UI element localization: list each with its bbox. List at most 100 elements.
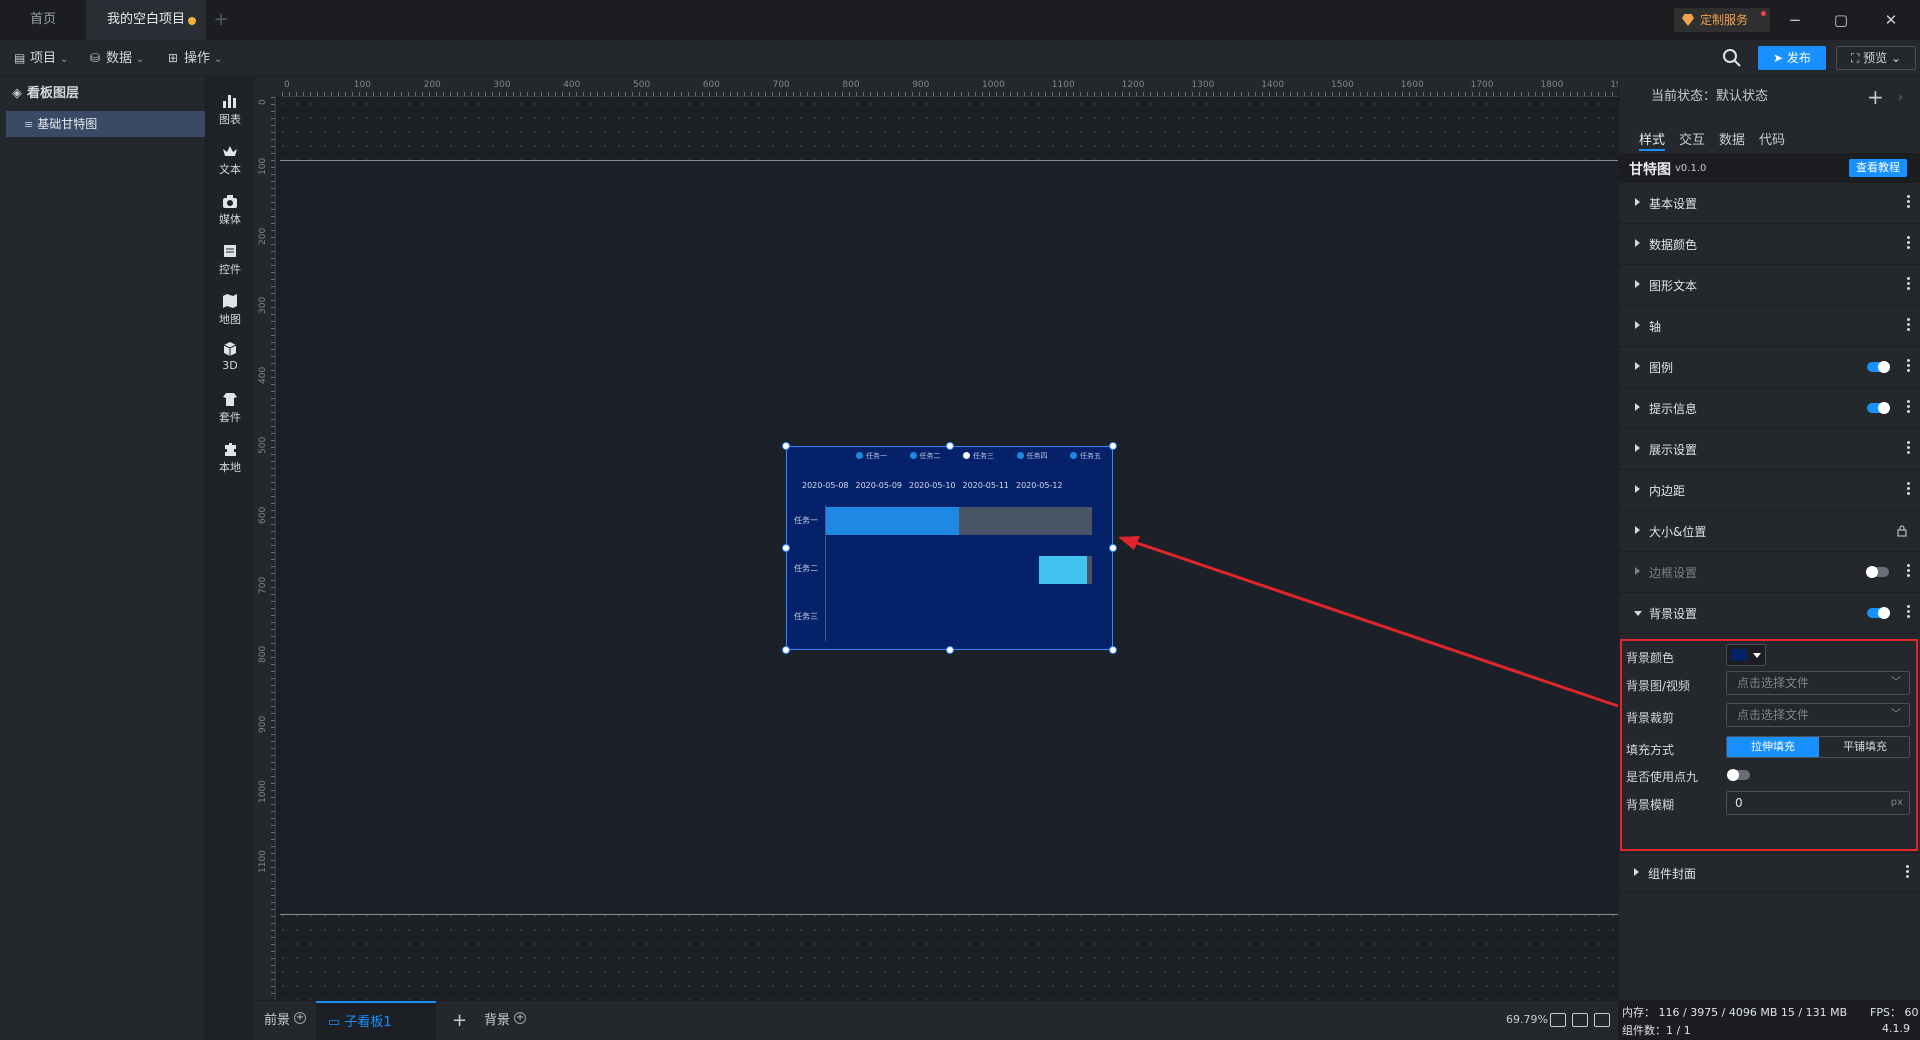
section-basic[interactable]: 基本设置: [1619, 183, 1920, 224]
resize-handle[interactable]: [1109, 646, 1117, 654]
custom-service-button[interactable]: 定制服务: [1674, 8, 1770, 32]
tab-sub-board[interactable]: ▭ 子看板1: [316, 1001, 436, 1040]
section-background[interactable]: 背景设置: [1619, 593, 1920, 634]
fill-mode-segment: 拉伸填充 平铺填充: [1726, 736, 1910, 758]
bg-blur-input[interactable]: 0 px: [1726, 791, 1910, 815]
rail-item-3d[interactable]: 3D: [206, 335, 254, 385]
section-data-color[interactable]: 数据颜色: [1619, 224, 1920, 265]
menu-data[interactable]: ⛁ 数据 ⌄: [90, 40, 144, 76]
fill-tile-option[interactable]: 平铺填充: [1819, 737, 1911, 757]
minimap-icon[interactable]: [1594, 1013, 1610, 1027]
gantt-bar[interactable]: [1039, 556, 1087, 584]
resize-handle[interactable]: [945, 442, 954, 450]
preview-button[interactable]: ⛶ 预览 ⌄: [1836, 46, 1916, 70]
rail-item-suite[interactable]: 套件: [206, 385, 254, 435]
close-button[interactable]: ✕: [1868, 0, 1914, 40]
legend-item[interactable]: 任务四: [1016, 451, 1048, 461]
database-icon: ⛁: [90, 51, 101, 65]
minimize-button[interactable]: −: [1772, 0, 1818, 40]
new-tab-button[interactable]: +: [206, 0, 236, 40]
more-icon[interactable]: [1907, 318, 1911, 332]
resize-handle[interactable]: [782, 442, 790, 450]
add-state-button[interactable]: +: [1867, 77, 1884, 117]
more-icon[interactable]: [1907, 236, 1911, 250]
more-icon[interactable]: [1907, 359, 1911, 373]
resize-handle[interactable]: [1109, 442, 1117, 450]
legend-item[interactable]: 任务二: [909, 451, 941, 461]
add-circle-icon[interactable]: +: [294, 1012, 307, 1024]
app-version: 4.1.9: [1882, 1022, 1910, 1035]
search-icon[interactable]: [1722, 48, 1742, 68]
resize-handle[interactable]: [782, 544, 790, 552]
layer-item-gantt[interactable]: ≡ 基础甘特图: [6, 111, 205, 137]
ninepatch-label: 是否使用点九: [1626, 770, 1699, 784]
add-board-button[interactable]: +: [452, 1001, 467, 1040]
tab-home[interactable]: 首页: [0, 0, 86, 40]
section-border[interactable]: 边框设置: [1619, 552, 1920, 593]
tab-interaction[interactable]: 交互: [1679, 129, 1705, 148]
rail-label: 控件: [219, 263, 241, 276]
tab-project[interactable]: 我的空白项目: [86, 0, 206, 40]
resize-handle[interactable]: [782, 646, 790, 654]
more-icon[interactable]: [1907, 605, 1911, 619]
bg-image-select[interactable]: 点击选择文件 ﹀: [1726, 671, 1910, 695]
fill-stretch-option[interactable]: 拉伸填充: [1727, 737, 1819, 757]
more-icon[interactable]: [1907, 277, 1911, 291]
state-value[interactable]: 默认状态: [1716, 89, 1768, 104]
more-icon[interactable]: [1907, 400, 1911, 414]
tutorial-button[interactable]: 查看教程: [1849, 159, 1907, 177]
keyboard-icon[interactable]: [1572, 1013, 1588, 1027]
background-toggle[interactable]: [1867, 607, 1890, 619]
resize-handle[interactable]: [945, 646, 954, 654]
section-legend[interactable]: 图例: [1619, 347, 1920, 388]
more-icon[interactable]: [1907, 564, 1911, 578]
section-display[interactable]: 展示设置: [1619, 429, 1920, 470]
legend-item[interactable]: 任务三: [963, 451, 994, 461]
tab-style[interactable]: 样式: [1639, 129, 1666, 151]
legend-toggle[interactable]: [1867, 361, 1890, 373]
rail-item-media[interactable]: 媒体: [206, 187, 254, 237]
lock-icon[interactable]: [1897, 525, 1907, 537]
section-shape-text[interactable]: 图形文本: [1619, 265, 1920, 306]
rail-item-text[interactable]: 文本: [206, 137, 254, 187]
tab-foreground[interactable]: 前景 +: [264, 1001, 307, 1040]
fit-screen-icon[interactable]: [1550, 1013, 1566, 1027]
tab-code[interactable]: 代码: [1759, 129, 1785, 148]
caret-right-icon: [1635, 239, 1640, 247]
tooltip-toggle[interactable]: [1867, 402, 1890, 414]
more-icon[interactable]: [1907, 441, 1911, 455]
bg-crop-select[interactable]: 点击选择文件 ﹀: [1726, 703, 1910, 727]
rail-item-local[interactable]: 本地: [206, 435, 254, 485]
section-size-position[interactable]: 大小&位置: [1619, 511, 1920, 552]
gantt-bar[interactable]: [959, 507, 1092, 535]
layer-item-label: 基础甘特图: [37, 117, 98, 131]
section-tooltip[interactable]: 提示信息: [1619, 388, 1920, 429]
more-icon[interactable]: [1906, 865, 1910, 879]
zoom-level[interactable]: 69.79%: [1506, 1013, 1548, 1026]
chevron-right-icon[interactable]: ›: [1898, 77, 1903, 117]
gantt-bar[interactable]: [1087, 556, 1092, 584]
rail-item-map[interactable]: 地图: [206, 287, 254, 337]
section-padding[interactable]: 内边距: [1619, 470, 1920, 511]
border-toggle[interactable]: [1866, 566, 1889, 578]
more-icon[interactable]: [1907, 482, 1911, 496]
gantt-bar[interactable]: [826, 507, 959, 535]
rail-item-chart[interactable]: 图表: [206, 87, 254, 137]
ninepatch-toggle[interactable]: [1727, 769, 1750, 781]
menu-project[interactable]: ▤ 项目 ⌄: [14, 40, 68, 76]
tab-data[interactable]: 数据: [1719, 129, 1745, 148]
menu-operate[interactable]: ⊞ 操作 ⌄: [168, 40, 222, 76]
publish-button[interactable]: ➤ 发布: [1758, 46, 1826, 70]
legend-item[interactable]: 任务五: [1070, 451, 1101, 461]
maximize-button[interactable]: ▢: [1818, 0, 1864, 40]
legend-item[interactable]: 任务一: [856, 451, 887, 461]
tab-background[interactable]: 背景 +: [484, 1001, 527, 1040]
bg-color-picker[interactable]: [1726, 644, 1766, 666]
gantt-chart[interactable]: 任务一 任务二 任务三 任务四 任务五 2020-05-08 2020-05-09 2020-…: [782, 442, 1117, 654]
add-circle-icon[interactable]: +: [514, 1012, 527, 1024]
more-icon[interactable]: [1907, 195, 1911, 209]
section-axis[interactable]: 轴: [1619, 306, 1920, 347]
section-cover[interactable]: 组件封面: [1618, 852, 1920, 893]
rail-item-widget[interactable]: 控件: [206, 237, 254, 287]
resize-handle[interactable]: [1109, 544, 1117, 552]
